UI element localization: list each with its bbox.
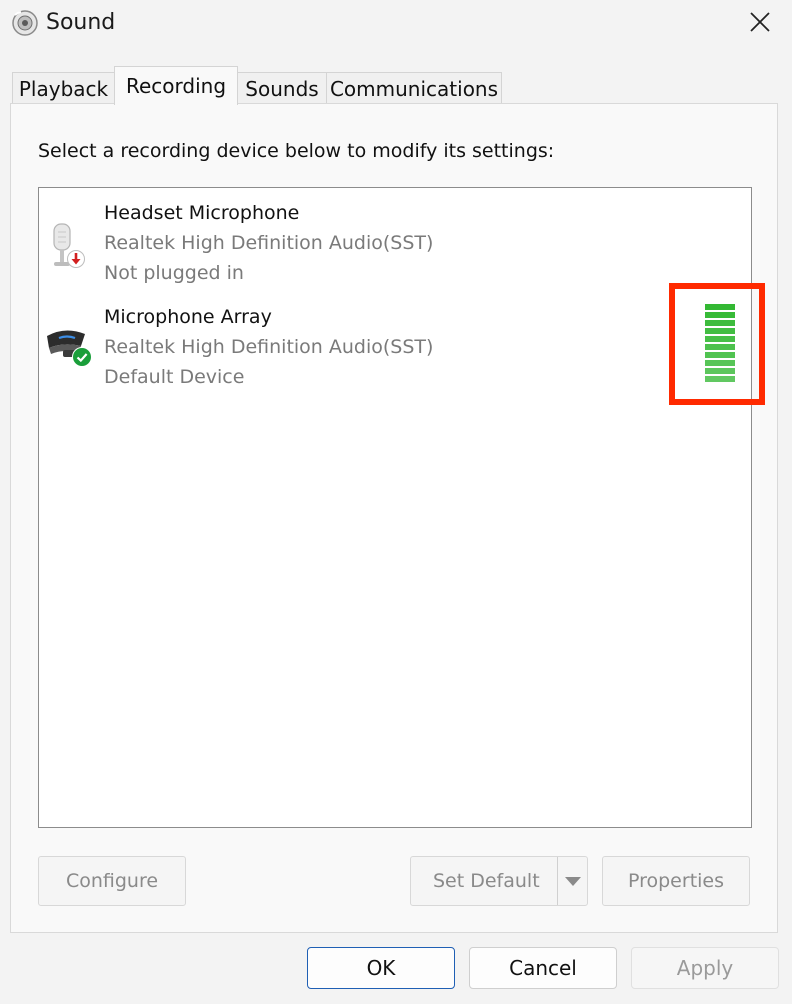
set-default-label: Set Default — [433, 870, 540, 892]
device-status: Not plugged in — [104, 262, 244, 284]
default-check-icon — [72, 347, 92, 371]
tab-sounds[interactable]: Sounds — [237, 72, 327, 104]
device-status: Default Device — [104, 366, 245, 388]
device-name: Headset Microphone — [104, 202, 300, 224]
recording-panel: Select a recording device below to modif… — [10, 103, 778, 933]
apply-button[interactable]: Apply — [631, 947, 779, 989]
device-driver: Realtek High Definition Audio(SST) — [104, 232, 434, 254]
cancel-label: Cancel — [509, 956, 577, 980]
tab-label: Recording — [125, 74, 227, 98]
device-name: Microphone Array — [104, 306, 272, 328]
unplugged-arrow-icon — [67, 250, 85, 272]
apply-label: Apply — [676, 956, 734, 980]
set-default-dropdown[interactable] — [557, 857, 587, 905]
tab-recording[interactable]: Recording — [114, 66, 238, 105]
tab-playback[interactable]: Playback — [12, 72, 115, 104]
configure-label: Configure — [65, 870, 159, 892]
cancel-button[interactable]: Cancel — [469, 947, 617, 989]
title-bar: Sound — [0, 0, 792, 52]
tab-strip: Playback Recording Sounds Communications — [0, 66, 792, 105]
level-meter-highlight — [669, 283, 765, 405]
tab-label: Playback — [18, 76, 109, 101]
ok-label: OK — [366, 956, 396, 980]
device-item-microphone-array[interactable]: Microphone Array Realtek High Definition… — [39, 300, 751, 400]
speaker-icon — [11, 9, 39, 37]
window-title: Sound — [46, 10, 116, 35]
tab-label: Communications — [329, 76, 499, 101]
device-item-headset-microphone[interactable]: Headset Microphone Realtek High Definiti… — [39, 196, 751, 296]
configure-button[interactable]: Configure — [38, 856, 186, 906]
set-default-button[interactable]: Set Default — [410, 856, 588, 906]
device-list[interactable]: Headset Microphone Realtek High Definiti… — [38, 187, 752, 828]
properties-button[interactable]: Properties — [602, 856, 750, 906]
instruction-text: Select a recording device below to modif… — [38, 140, 555, 162]
close-icon — [749, 11, 771, 37]
tab-communications[interactable]: Communications — [326, 72, 502, 104]
chevron-down-icon — [564, 870, 581, 892]
ok-button[interactable]: OK — [307, 947, 455, 989]
close-button[interactable] — [738, 2, 782, 46]
tab-label: Sounds — [245, 76, 319, 101]
device-driver: Realtek High Definition Audio(SST) — [104, 336, 434, 358]
properties-label: Properties — [627, 870, 725, 892]
